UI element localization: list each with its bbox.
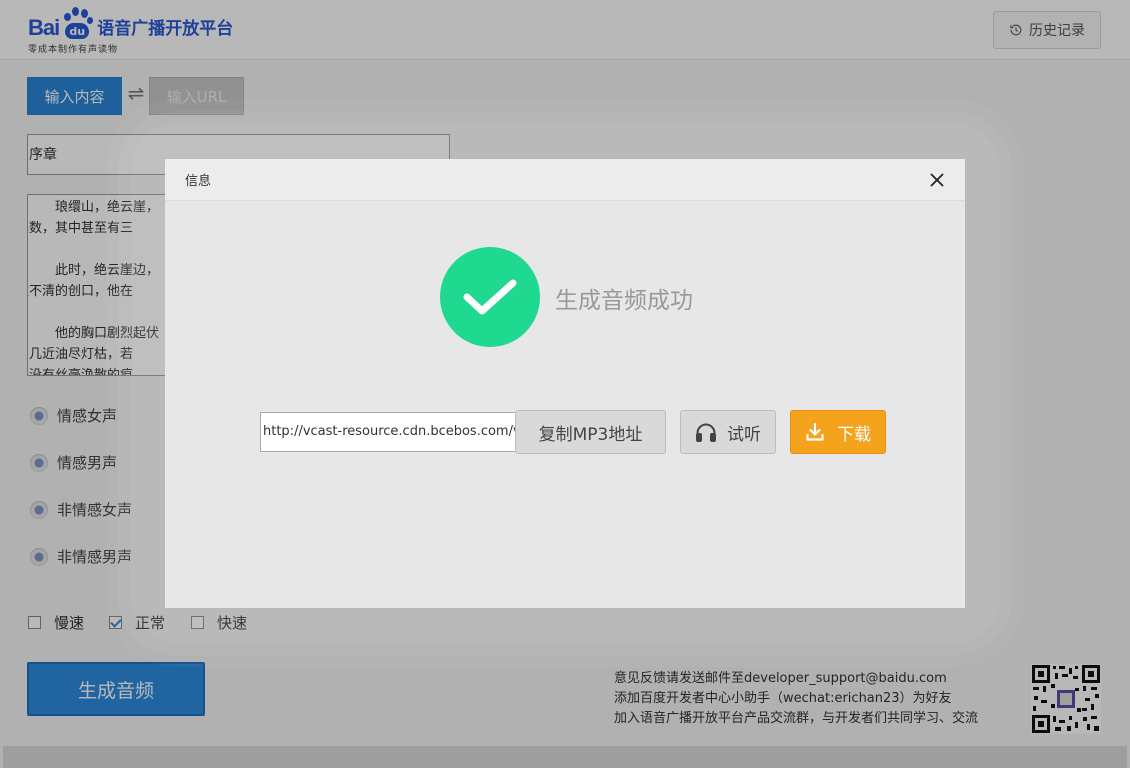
- download-button[interactable]: 下载: [790, 410, 886, 454]
- close-icon[interactable]: [927, 170, 947, 190]
- success-check-icon: [440, 247, 540, 347]
- copy-mp3-url-button[interactable]: 复制MP3地址: [515, 410, 666, 454]
- dialog-header: 信息: [165, 159, 965, 201]
- listen-button[interactable]: 试听: [680, 410, 776, 454]
- info-dialog: 信息 生成音频成功 http://vcast-resource.cdn.bceb…: [165, 159, 965, 608]
- headphones-icon: [696, 423, 716, 442]
- dialog-title: 信息: [185, 174, 212, 189]
- download-icon: [806, 422, 824, 441]
- download-label: 下载: [837, 424, 871, 445]
- listen-label: 试听: [727, 424, 761, 445]
- success-message: 生成音频成功: [555, 288, 693, 314]
- mp3-url-field[interactable]: http://vcast-resource.cdn.bcebos.com/v: [260, 412, 516, 452]
